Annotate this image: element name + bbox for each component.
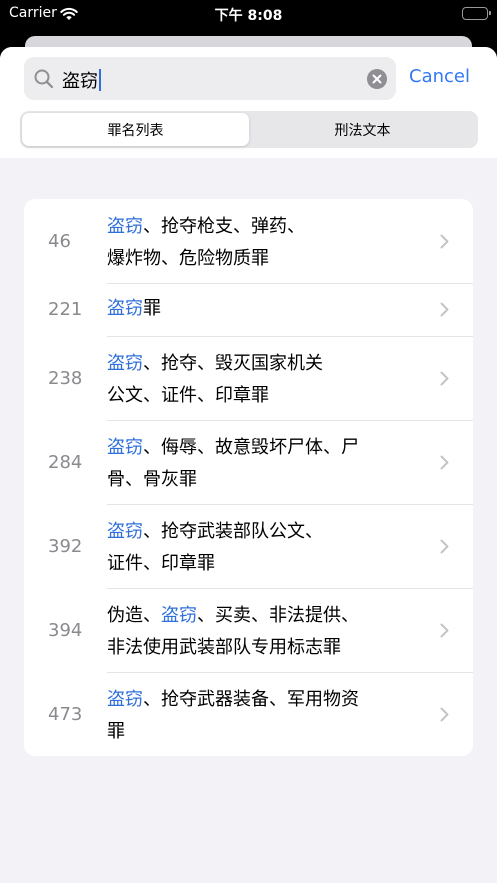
charge-title: 盗窃、抢夺武器装备、军用物资 罪 <box>107 689 359 742</box>
result-row[interactable]: 284 盗窃、侮辱、故意毁坏尸体、尸 骨、骨灰罪 <box>24 420 473 504</box>
charge-title: 伪造、盗窃、买卖、非法提供、 非法使用武装部队专用标志罪 <box>107 605 359 658</box>
chevron-right-icon <box>440 588 449 672</box>
search-icon <box>33 68 55 94</box>
search-input[interactable]: 盗窃 <box>24 57 396 100</box>
search-highlight: 盗窃 <box>107 216 143 237</box>
segment-charge-list[interactable]: 罪名列表 <box>22 113 249 146</box>
charge-title: 盗窃、抢夺、毁灭国家机关 公文、证件、印章罪 <box>107 353 323 406</box>
chevron-right-icon <box>440 336 449 420</box>
article-number: 46 <box>48 230 71 252</box>
status-bar: Carrier 下午 8:08 <box>0 0 497 30</box>
search-sheet: 盗窃 Cancel 罪名列表 刑法文本 46 盗窃、抢夺枪支、弹药、 爆炸物、危险… <box>0 47 497 883</box>
scope-segmented-control: 罪名列表 刑法文本 <box>20 111 478 148</box>
search-query: 盗窃 <box>62 67 101 93</box>
article-number: 221 <box>48 299 83 320</box>
search-header: 盗窃 Cancel 罪名列表 刑法文本 <box>0 47 497 158</box>
charge-title: 盗窃、抢夺武装部队公文、 证件、印章罪 <box>107 521 323 574</box>
search-highlight: 盗窃 <box>107 689 143 710</box>
results-list: 46 盗窃、抢夺枪支、弹药、 爆炸物、危险物质罪 221 盗窃罪 238 盗窃、抢夺、毁灭… <box>24 199 473 756</box>
chevron-right-icon <box>440 420 449 504</box>
article-number: 392 <box>48 535 83 557</box>
article-number: 238 <box>48 367 83 389</box>
clock: 下午 8:08 <box>214 8 283 24</box>
result-row[interactable]: 221 盗窃罪 <box>24 283 473 336</box>
charge-title: 盗窃、抢夺枪支、弹药、 爆炸物、危险物质罪 <box>107 216 305 269</box>
search-highlight: 盗窃 <box>107 521 143 542</box>
search-highlight: 盗窃 <box>161 605 197 626</box>
segment-criminal-law-text[interactable]: 刑法文本 <box>249 113 476 146</box>
result-row[interactable]: 238 盗窃、抢夺、毁灭国家机关 公文、证件、印章罪 <box>24 336 473 420</box>
result-row[interactable]: 394 伪造、盗窃、买卖、非法提供、 非法使用武装部队专用标志罪 <box>24 588 473 672</box>
charge-title: 盗窃、侮辱、故意毁坏尸体、尸 骨、骨灰罪 <box>107 437 359 490</box>
result-row[interactable]: 473 盗窃、抢夺武器装备、军用物资 罪 <box>24 672 473 756</box>
search-highlight: 盗窃 <box>107 353 143 374</box>
result-row[interactable]: 46 盗窃、抢夺枪支、弹药、 爆炸物、危险物质罪 <box>24 199 473 283</box>
charge-title: 盗窃罪 <box>107 298 161 319</box>
article-number: 284 <box>48 451 83 473</box>
chevron-right-icon <box>440 672 449 756</box>
cancel-button[interactable]: Cancel <box>409 66 470 87</box>
article-number: 473 <box>48 703 83 725</box>
chevron-right-icon <box>440 283 449 336</box>
chevron-right-icon <box>440 504 449 588</box>
chevron-right-icon <box>440 199 449 283</box>
result-row[interactable]: 392 盗窃、抢夺武装部队公文、 证件、印章罪 <box>24 504 473 588</box>
battery-icon <box>462 7 491 20</box>
search-highlight: 盗窃 <box>107 437 143 458</box>
article-number: 394 <box>48 619 83 641</box>
search-highlight: 盗窃 <box>107 298 143 319</box>
clear-icon[interactable] <box>367 69 387 89</box>
text-cursor <box>99 69 101 91</box>
